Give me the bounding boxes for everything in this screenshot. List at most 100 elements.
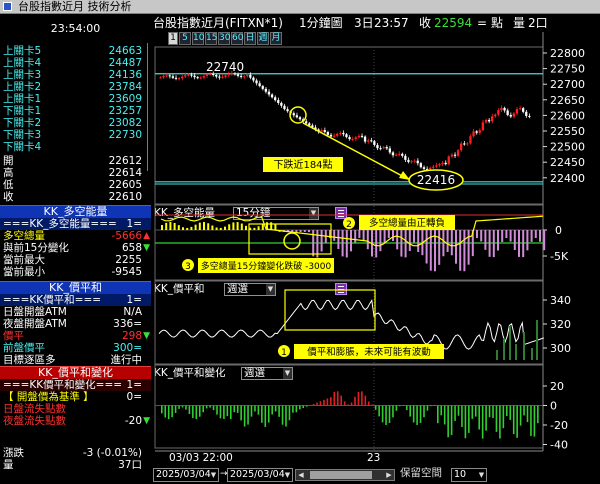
scroll-right-icon[interactable]: ▶ xyxy=(384,470,394,480)
change-period-select[interactable]: 週選 ▼ xyxy=(241,367,293,380)
note1-box xyxy=(294,344,444,359)
chart-area[interactable]: 台股指數近月(FITXN*1) 1分鐘圖 3日 23:57 收 22594 = … xyxy=(151,15,600,484)
info-row-label: 日盤開盤ATM xyxy=(3,306,67,318)
period-button-5[interactable]: 60 xyxy=(231,32,243,45)
candle-body xyxy=(494,114,497,117)
power-bar xyxy=(236,222,239,230)
period-button-1[interactable]: 5 xyxy=(179,32,191,45)
period-button-3[interactable]: 15 xyxy=(205,32,217,45)
period-button-0[interactable]: 1 xyxy=(168,32,178,45)
drop-arrow-head xyxy=(399,171,410,180)
candle-body xyxy=(212,74,215,76)
info-row-value: 24487 xyxy=(108,57,142,69)
power-bar xyxy=(484,230,487,250)
power-bar xyxy=(299,230,302,232)
change-bar xyxy=(485,405,487,431)
change-bar xyxy=(188,405,191,414)
candle-body xyxy=(190,74,193,76)
power-bar xyxy=(501,230,504,243)
power-period-select[interactable]: 15分鐘 ▼ xyxy=(233,207,319,220)
balance-period-select[interactable]: 週選 ▼ xyxy=(224,283,276,296)
candle-body xyxy=(270,94,274,98)
change-bar xyxy=(381,405,384,423)
note2-text: 多空總量由正轉負 xyxy=(369,217,445,229)
to-date-select[interactable]: 2025/03/04 ▼ xyxy=(227,468,293,482)
candle-body xyxy=(301,119,305,122)
candle-body xyxy=(407,159,410,163)
note2-box xyxy=(359,215,455,230)
reserve-space-select[interactable]: 10 ▼ xyxy=(451,468,487,482)
candle-body xyxy=(236,74,240,76)
change-bar xyxy=(233,405,236,413)
change-bar xyxy=(216,405,218,415)
info-row-value: N/A xyxy=(123,306,142,318)
balance-indicator-menu-icon[interactable] xyxy=(335,283,347,295)
change-tick-label: -40 xyxy=(550,439,568,452)
chevron-down-icon: ▼ xyxy=(478,471,485,479)
candle-body xyxy=(171,76,174,78)
balance-volume-bar xyxy=(509,326,511,360)
candle-body xyxy=(360,135,364,137)
power-bar xyxy=(446,230,449,253)
chevron-down-icon: ▼ xyxy=(284,471,291,479)
change-bar xyxy=(526,405,529,423)
kk-power-header[interactable]: KK_多空能量 xyxy=(0,205,151,218)
period-button-4[interactable]: 30 xyxy=(218,32,230,45)
candle-body xyxy=(345,134,348,138)
info-row: 目標逐區多 進行中 xyxy=(0,354,151,366)
period-button-2[interactable]: 10 xyxy=(192,32,204,45)
power-bar xyxy=(375,230,378,258)
candle-body xyxy=(351,139,354,141)
change-bar xyxy=(509,405,512,420)
chart-scrollbar[interactable]: ◀ ▶ xyxy=(295,469,395,481)
kk-balance-header[interactable]: KK_價平和 xyxy=(0,281,151,294)
kk-power-subheader: ===KK_多空能量=== 1= xyxy=(0,218,151,230)
power-bar xyxy=(270,222,273,230)
power-bar xyxy=(261,223,264,230)
candle-body xyxy=(422,167,426,169)
change-bar xyxy=(416,405,418,425)
candle-body xyxy=(484,119,488,123)
scrollbar-thumb[interactable] xyxy=(310,471,372,479)
info-row-value: 658 xyxy=(121,242,142,254)
kk-balance-change-list: 【 開盤價為基準 】 0= 日盤流失點數 夜盤流失點數 -20 ▼ xyxy=(0,391,151,427)
app-icon[interactable] xyxy=(3,2,12,11)
power-bar xyxy=(442,230,445,257)
left-info-panel: 23:54:00 上關卡5 24663 上關卡4 24487 上關卡3 24136 上關卡2… xyxy=(0,15,151,484)
candle-body xyxy=(339,132,342,134)
candle-body xyxy=(336,133,339,136)
candle-body xyxy=(165,75,168,77)
change-bar xyxy=(457,405,460,416)
change-bar xyxy=(326,398,329,406)
candle-body xyxy=(196,77,199,79)
change-bar xyxy=(430,405,432,407)
info-row-label: 目標逐區多 xyxy=(3,354,56,366)
change-tick-label: 0 xyxy=(550,400,557,413)
change-bar xyxy=(185,405,187,410)
power-indicator-menu-icon[interactable] xyxy=(335,207,347,219)
kk-balance-change-header[interactable]: KK_價平和變化 xyxy=(0,366,151,379)
info-row-label: 下關卡3 xyxy=(3,129,42,141)
power-bar xyxy=(421,230,424,256)
period-button-7[interactable]: 週 xyxy=(257,32,269,45)
period-button-6[interactable]: 日 xyxy=(244,32,256,45)
candle-body xyxy=(159,77,162,79)
change-bar xyxy=(181,405,184,408)
power-bar xyxy=(341,230,344,257)
power-bar xyxy=(194,224,197,230)
candle-body xyxy=(187,74,190,76)
change-bar xyxy=(374,405,377,410)
power-bar xyxy=(530,230,533,242)
candle-body xyxy=(311,125,314,128)
candle-body xyxy=(215,75,218,77)
change-bar xyxy=(202,405,204,413)
candle-body xyxy=(370,140,373,142)
power-bar xyxy=(198,222,201,230)
change-bar xyxy=(264,405,267,427)
change-bar xyxy=(198,405,201,417)
info-row-value: 24136 xyxy=(108,69,142,81)
scroll-left-icon[interactable]: ◀ xyxy=(296,470,306,480)
change-bar xyxy=(174,405,177,413)
period-button-8[interactable]: 月 xyxy=(270,32,282,45)
from-date-select[interactable]: 2025/03/04 ▼ xyxy=(153,468,219,482)
